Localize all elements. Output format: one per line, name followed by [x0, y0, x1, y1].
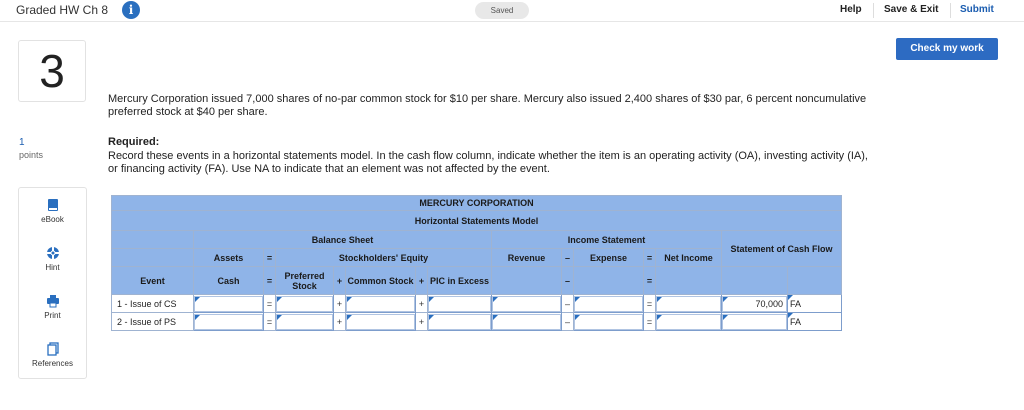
print-tool[interactable]: Print [19, 294, 86, 320]
table-row: 1 - Issue of CS = + + – = 70,000 FA [111, 294, 842, 313]
plus-sign: + [415, 312, 428, 331]
ebook-label: eBook [41, 215, 64, 224]
minus-sign: – [561, 266, 574, 295]
question-number: 3 [18, 40, 86, 102]
assignment-title: Graded HW Ch 8 [16, 3, 109, 17]
pic-excess-header: PIC in Excess [427, 266, 492, 295]
lifebuoy-icon [46, 247, 59, 259]
minus-sign: – [561, 294, 574, 313]
divider [950, 3, 951, 18]
blank-header [111, 248, 194, 267]
blank-header [721, 266, 788, 295]
info-icon[interactable]: i [122, 1, 140, 19]
tools-panel: eBook Hint Print References [18, 187, 87, 379]
printer-icon [46, 295, 59, 308]
event-header: Event [111, 266, 194, 295]
required-text: Record these events in a horizontal stat… [108, 150, 868, 175]
plus-sign: + [415, 294, 428, 313]
income-statement-header: Income Statement [491, 230, 722, 249]
equals-sign: = [643, 266, 656, 295]
event-label: 2 - Issue of PS [111, 312, 194, 331]
blank-header [111, 230, 194, 249]
equals-sign: = [263, 294, 276, 313]
assets-header: Assets [193, 248, 264, 267]
blank-header [573, 266, 644, 295]
equals-sign: = [263, 248, 276, 267]
check-my-work-button[interactable]: Check my work [896, 38, 998, 60]
help-link[interactable]: Help [840, 4, 862, 15]
company-name: MERCURY CORPORATION [111, 195, 842, 211]
net-income-input[interactable] [655, 312, 722, 331]
net-income-header: Net Income [655, 248, 722, 267]
saved-indicator: Saved [475, 2, 529, 19]
book-icon [47, 199, 58, 211]
preferred-stock-input[interactable] [275, 294, 334, 313]
table-row: 2 - Issue of PS = + + – = FA [111, 312, 842, 331]
hint-label: Hint [45, 263, 60, 272]
expense-input[interactable] [573, 312, 644, 331]
preferred-stock-input[interactable] [275, 312, 334, 331]
plus-sign: + [415, 266, 428, 295]
cash-flow-header: Statement of Cash Flow [721, 230, 842, 267]
points-label: points [19, 150, 44, 160]
equals-sign: = [643, 312, 656, 331]
balance-sheet-header: Balance Sheet [193, 230, 492, 249]
save-exit-link[interactable]: Save & Exit [884, 4, 938, 15]
expense-header: Expense [573, 248, 644, 267]
revenue-input[interactable] [491, 312, 562, 331]
pic-excess-input[interactable] [427, 312, 492, 331]
cash-input[interactable] [193, 294, 264, 313]
plus-sign: + [333, 294, 346, 313]
required-heading: Required: [108, 136, 160, 148]
hint-tool[interactable]: Hint [19, 246, 86, 272]
plus-sign: + [333, 312, 346, 331]
ebook-tool[interactable]: eBook [19, 198, 86, 224]
common-stock-input[interactable] [345, 312, 416, 331]
cash-header: Cash [193, 266, 264, 295]
points-value: 1 [19, 137, 25, 148]
cash-flow-type-select[interactable]: FA [787, 312, 842, 331]
cash-flow-amount-input[interactable] [721, 312, 788, 331]
question-text: Mercury Corporation issued 7,000 shares … [108, 93, 867, 118]
plus-sign: + [333, 266, 346, 295]
common-stock-input[interactable] [345, 294, 416, 313]
minus-sign: – [561, 248, 574, 267]
references-label: References [32, 359, 73, 368]
expense-input[interactable] [573, 294, 644, 313]
equals-sign: = [643, 294, 656, 313]
equity-header: Stockholders' Equity [275, 248, 492, 267]
references-tool[interactable]: References [19, 342, 86, 368]
divider [873, 3, 874, 18]
blank-header [787, 266, 842, 295]
horizontal-statements-table: MERCURY CORPORATION Horizontal Statement… [111, 195, 842, 331]
print-label: Print [44, 311, 61, 320]
cash-flow-amount-input[interactable]: 70,000 [721, 294, 788, 313]
cash-flow-type-select[interactable]: FA [787, 294, 842, 313]
revenue-header: Revenue [491, 248, 562, 267]
submit-link[interactable]: Submit [960, 4, 994, 15]
documents-icon [46, 342, 59, 356]
equals-sign: = [263, 312, 276, 331]
revenue-input[interactable] [491, 294, 562, 313]
model-title: Horizontal Statements Model [111, 210, 842, 231]
cash-input[interactable] [193, 312, 264, 331]
minus-sign: – [561, 312, 574, 331]
common-stock-header: Common Stock [345, 266, 416, 295]
blank-header [491, 266, 562, 295]
net-income-input[interactable] [655, 294, 722, 313]
blank-header [655, 266, 722, 295]
event-label: 1 - Issue of CS [111, 294, 194, 313]
top-bar: Graded HW Ch 8 i Saved Help Save & Exit … [0, 0, 1024, 22]
equals-sign: = [643, 248, 656, 267]
preferred-stock-header: Preferred Stock [275, 266, 334, 295]
pic-excess-input[interactable] [427, 294, 492, 313]
equals-sign: = [263, 266, 276, 295]
